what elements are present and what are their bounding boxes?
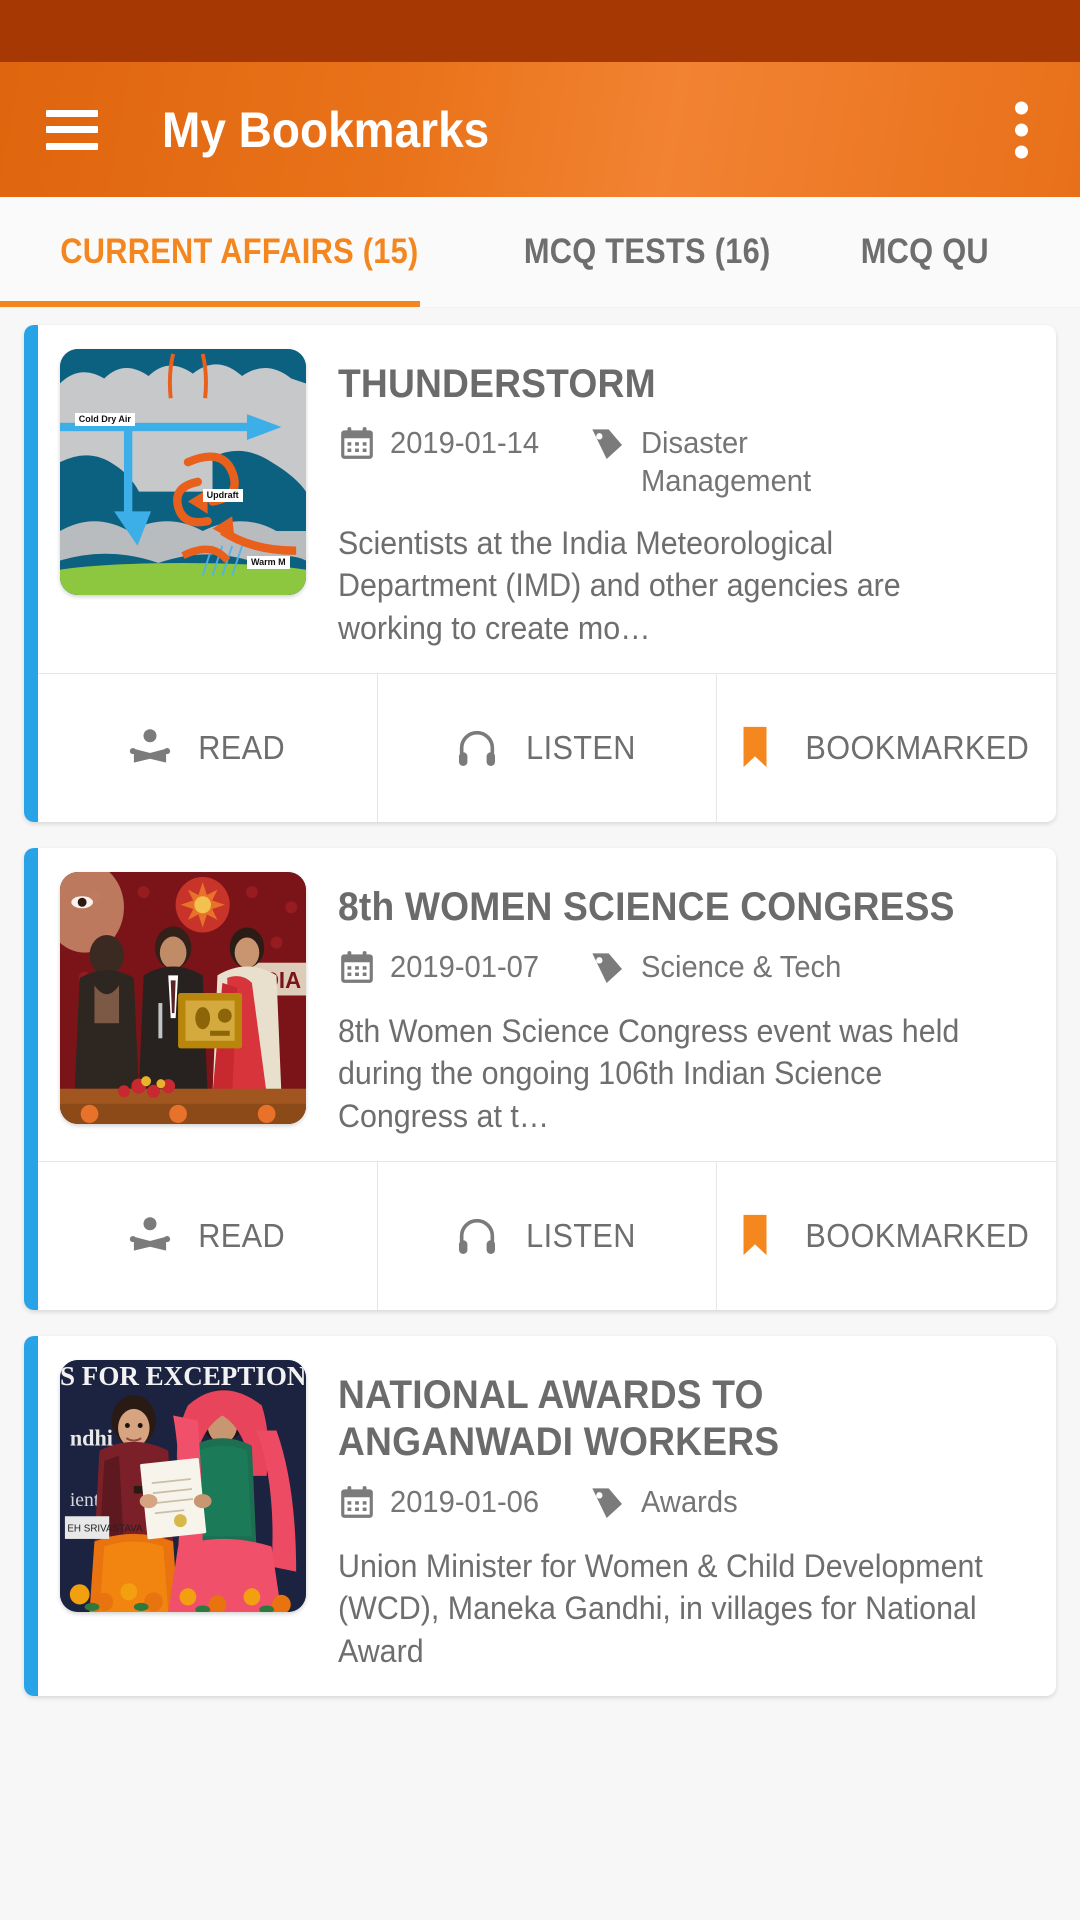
person-reading-icon [129, 729, 170, 764]
card-description: Union Minister for Women & Child Develop… [338, 1547, 983, 1669]
card-content: NATIONAL AWARDS TO ANGANWADI WORKERS 201… [338, 1360, 1028, 1672]
card-accent-bar [24, 848, 38, 1311]
thunderstorm-diagram-thumbnail[interactable]: Cold Dry Air Updraft Warm M [60, 349, 306, 595]
card-accent-bar [24, 1336, 38, 1697]
card-title: THUNDERSTORM [338, 362, 656, 406]
tag-icon [591, 429, 622, 460]
bookmark-label: BOOKMARKED [805, 729, 1030, 767]
calendar-icon [341, 1485, 373, 1518]
tab-active-indicator [0, 301, 420, 307]
bookmark-button[interactable]: BOOKMARKED [716, 1162, 1056, 1311]
svg-text:S FOR EXCEPTIONAL: S FOR EXCEPTIONAL [60, 1361, 306, 1391]
bookmark-label: BOOKMARKED [805, 1217, 1030, 1255]
bookmark-card[interactable]: S FOR EXCEPTIONAL ndhi ient 3ha [24, 1336, 1056, 1697]
listen-button[interactable]: LISTEN [376, 674, 717, 823]
thumb-label-warm-moist: Warm M [246, 555, 290, 569]
award-ceremony-artwork: NDIA [60, 872, 306, 1125]
svg-text:ndhi: ndhi [70, 1426, 113, 1451]
card-description: 8th Women Science Congress event was hel… [338, 1012, 960, 1134]
hamburger-icon[interactable] [46, 109, 98, 150]
card-title: NATIONAL AWARDS TO ANGANWADI WORKERS [338, 1373, 780, 1465]
card-content: THUNDERSTORM 2019-01-14 Disaster Managem… [338, 349, 1028, 649]
bookmark-list[interactable]: Cold Dry Air Updraft Warm M THUNDERSTORM [0, 307, 1080, 1697]
page-title: My Bookmarks [162, 101, 490, 158]
tab-bar: CURRENT AFFAIRS (15) MCQ TESTS (16) MCQ … [0, 197, 1080, 307]
svg-text:ient: ient [70, 1489, 100, 1511]
read-button[interactable]: READ [38, 674, 377, 822]
tab-current-affairs[interactable]: CURRENT AFFAIRS (15) [29, 232, 447, 272]
card-description: Scientists at the India Meteorological D… [338, 524, 901, 646]
card-meta: 2019-01-06 Awards [338, 1483, 1028, 1523]
thumb-label-updraft: Updraft [202, 489, 243, 503]
svg-text:EH SRIVASTAVA: EH SRIVASTAVA [67, 1524, 143, 1535]
award-ceremony-photo-thumbnail[interactable]: NDIA [60, 872, 306, 1125]
listen-label: LISTEN [526, 729, 636, 767]
tag-icon [591, 1487, 622, 1518]
card-tag-text: Awards [640, 1483, 738, 1519]
card-date-text: 2019-01-06 [390, 1483, 540, 1519]
app-bar: My Bookmarks [0, 62, 1080, 197]
card-body: Cold Dry Air Updraft Warm M THUNDERSTORM [24, 325, 1056, 673]
read-label: READ [197, 729, 285, 767]
card-date: 2019-01-14 [338, 424, 549, 462]
tab-mcq-tests[interactable]: MCQ TESTS (16) [496, 232, 799, 272]
card-meta: 2019-01-14 Disaster Management [338, 424, 1028, 500]
listen-button[interactable]: LISTEN [376, 1162, 717, 1311]
certificate-award-photo-thumbnail[interactable]: S FOR EXCEPTIONAL ndhi ient 3ha [60, 1360, 306, 1613]
card-content: 8th WOMEN SCIENCE CONGRESS 2019-01-07 Sc… [338, 872, 1028, 1137]
card-actions: READ LISTEN BOOKMARKED [38, 1161, 1056, 1311]
read-label: READ [197, 1217, 285, 1255]
card-date: 2019-01-06 [338, 1483, 549, 1521]
card-date: 2019-01-07 [338, 948, 549, 986]
person-reading-icon [129, 1217, 170, 1251]
read-button[interactable]: READ [38, 1162, 377, 1310]
card-date-text: 2019-01-07 [390, 948, 540, 984]
tab-mcq-questions[interactable]: MCQ QU [832, 232, 1017, 272]
card-date-text: 2019-01-14 [390, 425, 540, 461]
card-tag: Science & Tech [587, 948, 854, 988]
headphones-icon [459, 731, 496, 767]
card-meta: 2019-01-07 Science & Tech [338, 948, 1028, 988]
certificate-award-artwork: S FOR EXCEPTIONAL ndhi ient 3ha [60, 1360, 306, 1613]
card-body: NDIA [24, 848, 1056, 1161]
card-accent-bar [24, 325, 38, 823]
bookmark-filled-icon [743, 1215, 767, 1256]
card-tag: Disaster Management [587, 424, 901, 500]
status-bar [0, 0, 1080, 62]
bookmark-filled-icon [743, 727, 767, 768]
card-title: 8th WOMEN SCIENCE CONGRESS [338, 885, 955, 930]
tag-icon [591, 952, 622, 983]
bookmark-card[interactable]: Cold Dry Air Updraft Warm M THUNDERSTORM [24, 325, 1056, 823]
more-vertical-icon[interactable] [1007, 93, 1036, 166]
bookmark-card[interactable]: NDIA [24, 848, 1056, 1311]
card-body: S FOR EXCEPTIONAL ndhi ient 3ha [24, 1336, 1056, 1696]
thumb-label-cold-dry-air: Cold Dry Air [74, 412, 135, 426]
headphones-icon [459, 1219, 496, 1255]
card-tag-text: Disaster Management [640, 425, 811, 498]
calendar-icon [341, 950, 373, 983]
card-tag-text: Science & Tech [640, 948, 841, 984]
bookmark-button[interactable]: BOOKMARKED [716, 674, 1056, 823]
listen-label: LISTEN [526, 1217, 636, 1255]
card-actions: READ LISTEN BOOKMARKED [38, 673, 1056, 823]
card-tag: Awards [587, 1483, 744, 1523]
calendar-icon [341, 427, 373, 460]
